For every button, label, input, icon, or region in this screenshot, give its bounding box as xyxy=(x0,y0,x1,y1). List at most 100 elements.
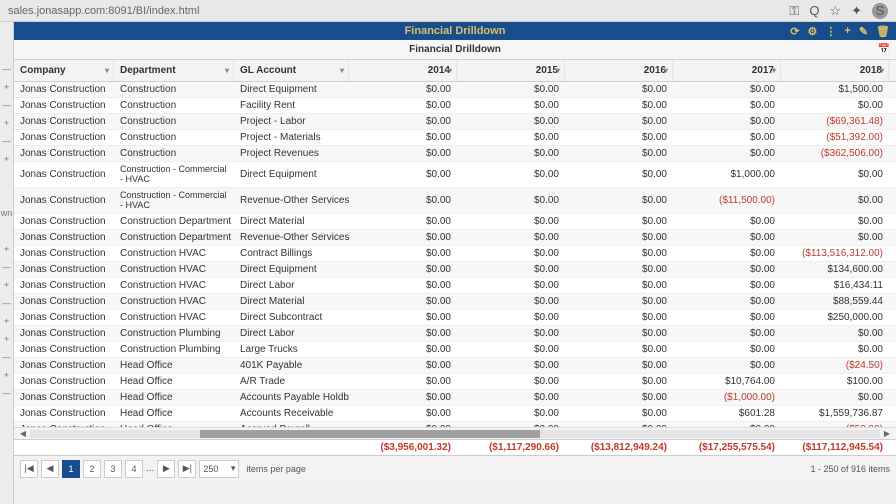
cell: $1,559,736.87 xyxy=(781,406,889,421)
column-header[interactable]: 2017▾ xyxy=(673,60,781,81)
column-header[interactable]: 2015▾ xyxy=(457,60,565,81)
filter-icon[interactable]: ▾ xyxy=(448,66,452,75)
table-row[interactable]: Jonas ConstructionConstructionProject - … xyxy=(14,114,896,130)
table-row[interactable]: Jonas ConstructionHead OfficeAccounts Re… xyxy=(14,406,896,422)
scroll-thumb[interactable] xyxy=(200,430,540,438)
cell: $0.00 xyxy=(349,130,457,145)
rail-toggle[interactable]: + xyxy=(4,332,9,347)
rail-toggle[interactable]: — xyxy=(2,62,11,77)
cell: $0.00 xyxy=(349,358,457,373)
scroll-left-icon[interactable]: ◀ xyxy=(18,429,28,438)
table-row[interactable]: Jonas ConstructionConstructionFacility R… xyxy=(14,98,896,114)
filter-icon[interactable]: ▾ xyxy=(772,66,776,75)
next-page-button[interactable]: ▶ xyxy=(157,460,175,478)
filter-icon[interactable]: ▾ xyxy=(880,66,884,75)
table-row[interactable]: Jonas ConstructionConstruction - Commerc… xyxy=(14,188,896,214)
rail-toggle[interactable]: — xyxy=(2,260,11,275)
calendar-icon[interactable]: 📅 xyxy=(878,44,890,55)
table-row[interactable]: Jonas ConstructionHead OfficeA/R Trade$0… xyxy=(14,374,896,390)
column-header[interactable]: GL Account▾ xyxy=(234,60,349,81)
table-row[interactable]: Jonas ConstructionConstruction HVACDirec… xyxy=(14,310,896,326)
more-icon[interactable]: ⋮ xyxy=(825,25,836,38)
cell: ($69,361.48) xyxy=(781,114,889,129)
edit-icon[interactable]: ✎ xyxy=(859,25,868,38)
scroll-right-icon[interactable]: ▶ xyxy=(882,429,892,438)
last-page-button[interactable]: ▶| xyxy=(178,460,196,478)
page-size-select[interactable]: 250▾ xyxy=(199,460,239,478)
column-header[interactable]: 2014▾ xyxy=(349,60,457,81)
column-header[interactable]: Company▾ xyxy=(14,60,114,81)
delete-icon[interactable]: 🗑 xyxy=(876,25,890,38)
table-row[interactable]: Jonas ConstructionConstructionProject - … xyxy=(14,130,896,146)
search-icon[interactable]: Q xyxy=(809,3,819,18)
cell: $601.28 xyxy=(673,406,781,421)
add-icon[interactable]: + xyxy=(844,25,850,38)
table-row[interactable]: Jonas ConstructionConstruction HVACDirec… xyxy=(14,278,896,294)
rail-toggle[interactable]: — xyxy=(2,296,11,311)
cell: Construction HVAC xyxy=(114,310,234,325)
cell: $0.00 xyxy=(781,342,889,357)
table-row[interactable]: Jonas ConstructionConstruction Departmen… xyxy=(14,214,896,230)
column-header[interactable]: Department▾ xyxy=(114,60,234,81)
table-row[interactable]: Jonas ConstructionConstruction HVACDirec… xyxy=(14,294,896,310)
column-header[interactable]: 2018▾ xyxy=(781,60,889,81)
filter-icon[interactable]: ▾ xyxy=(225,66,229,75)
scroll-track[interactable] xyxy=(30,430,880,438)
table-row[interactable]: Jonas ConstructionHead OfficeAccounts Pa… xyxy=(14,390,896,406)
star-icon[interactable]: ☆ xyxy=(829,3,841,19)
table-row[interactable]: Jonas ConstructionConstruction HVACContr… xyxy=(14,246,896,262)
table-row[interactable]: Jonas ConstructionConstructionDirect Equ… xyxy=(14,82,896,98)
prev-page-button[interactable]: ◀ xyxy=(41,460,59,478)
gear-icon[interactable]: ⚙ xyxy=(808,25,818,38)
rail-toggle[interactable]: + xyxy=(4,314,9,329)
cell: Project - Labor xyxy=(234,114,349,129)
rail-toggle[interactable]: + xyxy=(4,152,9,167)
cell: $0.00 xyxy=(349,82,457,97)
first-page-button[interactable]: |◀ xyxy=(20,460,38,478)
rail-toggle[interactable]: + xyxy=(4,242,9,257)
avatar[interactable]: S xyxy=(872,3,888,19)
rail-toggle[interactable]: + xyxy=(4,116,9,131)
filter-icon[interactable]: ▾ xyxy=(556,66,560,75)
filter-icon[interactable]: ▾ xyxy=(105,66,109,75)
refresh-icon[interactable]: ⟳ xyxy=(790,25,799,38)
table-row[interactable]: Jonas ConstructionConstruction Departmen… xyxy=(14,230,896,246)
filter-icon[interactable]: ▾ xyxy=(664,66,668,75)
filter-icon[interactable]: ▾ xyxy=(340,66,344,75)
cell: $0.00 xyxy=(781,188,889,213)
total-cell xyxy=(234,440,349,455)
extension-icon[interactable]: ✦ xyxy=(851,3,862,19)
cell: Head Office xyxy=(114,390,234,405)
cell: $0.00 xyxy=(565,114,673,129)
cell: 401K Payable xyxy=(234,358,349,373)
table-row[interactable]: Jonas ConstructionConstruction - Commerc… xyxy=(14,162,896,188)
page-number-button[interactable]: 3 xyxy=(104,460,122,478)
rail-toggle[interactable]: wn xyxy=(1,206,13,221)
table-row[interactable]: Jonas ConstructionConstruction PlumbingD… xyxy=(14,326,896,342)
page-number-button[interactable]: 2 xyxy=(83,460,101,478)
table-row[interactable]: Jonas ConstructionHead Office401K Payabl… xyxy=(14,358,896,374)
cell: $0.00 xyxy=(565,246,673,261)
rail-toggle[interactable]: + xyxy=(4,80,9,95)
table-row[interactable]: Jonas ConstructionConstruction PlumbingL… xyxy=(14,342,896,358)
table-row[interactable]: Jonas ConstructionConstruction HVACDirec… xyxy=(14,262,896,278)
rail-toggle[interactable]: + xyxy=(4,368,9,383)
rail-toggle[interactable]: — xyxy=(2,98,11,113)
cell: $0.00 xyxy=(457,262,565,277)
column-label: 2017 xyxy=(752,65,774,76)
rail-toggle[interactable]: — xyxy=(2,134,11,149)
key-icon[interactable]: ⚿ xyxy=(789,3,799,19)
cell: Facility Rent xyxy=(234,98,349,113)
cell: Direct Material xyxy=(234,294,349,309)
rail-toggle[interactable]: — xyxy=(2,350,11,365)
rail-toggle[interactable]: + xyxy=(4,278,9,293)
cell: $1,000.00 xyxy=(673,162,781,187)
column-header[interactable]: 2016▾ xyxy=(565,60,673,81)
cell: ($11,500.00) xyxy=(673,188,781,213)
table-row[interactable]: Jonas ConstructionConstructionProject Re… xyxy=(14,146,896,162)
cell: $0.00 xyxy=(565,262,673,277)
rail-toggle[interactable]: — xyxy=(2,386,11,401)
page-number-button[interactable]: 4 xyxy=(125,460,143,478)
page-number-button[interactable]: 1 xyxy=(62,460,80,478)
cell: $0.00 xyxy=(457,326,565,341)
